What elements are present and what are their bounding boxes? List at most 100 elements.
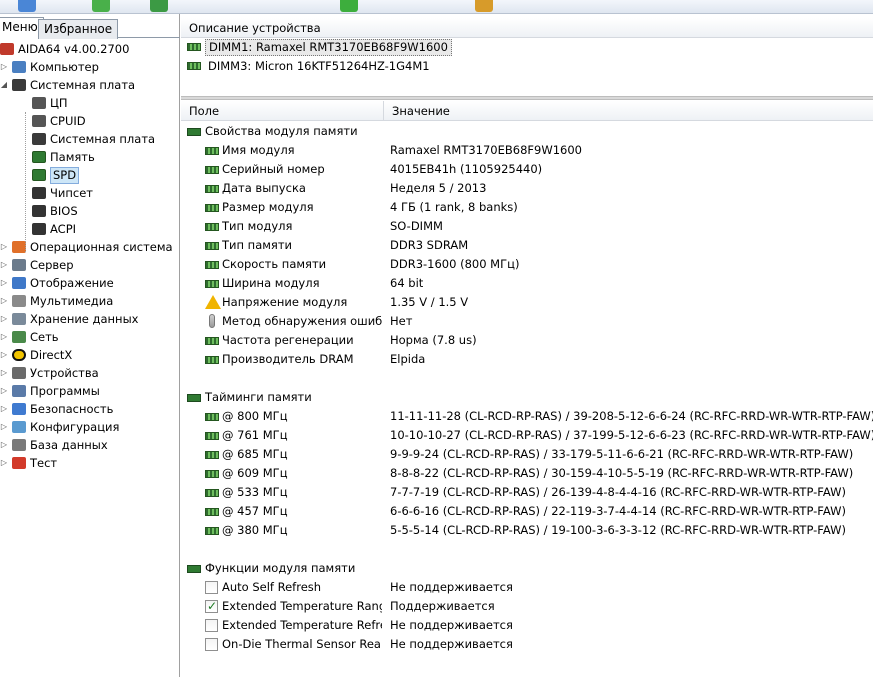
ram-icon: [205, 242, 219, 250]
tree-item[interactable]: ▷ Программы: [0, 382, 180, 400]
field-name: Серийный номер: [222, 162, 325, 176]
tree-item[interactable]: ▷ Безопасность: [0, 400, 180, 418]
expand-arrow-icon[interactable]: ▷: [0, 238, 8, 256]
ram-icon: [205, 432, 219, 440]
tree-item[interactable]: ▷ Операционная система: [0, 238, 180, 256]
field-name: Auto Self Refresh: [222, 580, 322, 594]
tree-item[interactable]: CPUID: [0, 112, 180, 130]
expand-arrow-icon[interactable]: ▷: [0, 400, 8, 418]
tree-item[interactable]: ▷ Сеть: [0, 328, 180, 346]
tree-item[interactable]: Память: [0, 148, 180, 166]
tree-item[interactable]: SPD: [0, 166, 180, 184]
expand-arrow-icon[interactable]: ▷: [0, 382, 8, 400]
tree-item[interactable]: Системная плата: [0, 130, 180, 148]
ram-icon: [187, 565, 201, 573]
column-value-header[interactable]: Значение: [384, 101, 873, 121]
column-field-header[interactable]: Поле: [181, 101, 384, 121]
tree-item[interactable]: ▷ Мультимедиа: [0, 292, 180, 310]
pane-splitter[interactable]: [181, 96, 873, 100]
windows-icon: [12, 241, 26, 253]
detail-row[interactable]: @ 457 МГц 6-6-6-16 (CL-RCD-RP-RAS) / 22-1…: [181, 502, 873, 521]
shield-icon: [12, 403, 26, 415]
detail-row[interactable]: Частота регенерации Норма (7.8 us): [181, 331, 873, 350]
toolbar-back-icon[interactable]: [18, 0, 36, 12]
tree-item[interactable]: ▷ Хранение данных: [0, 310, 180, 328]
expand-arrow-icon[interactable]: ▷: [0, 364, 8, 382]
detail-row[interactable]: Метод обнаружения ошиб… Нет: [181, 312, 873, 331]
detail-row[interactable]: @ 761 МГц 10-10-10-27 (CL-RCD-RP-RAS) / 3…: [181, 426, 873, 445]
toolbar-search-icon[interactable]: [475, 0, 493, 12]
detail-row[interactable]: @ 609 МГц 8-8-8-22 (CL-RCD-RP-RAS) / 30-1…: [181, 464, 873, 483]
directx-icon: [12, 349, 26, 361]
field-value: 5-5-5-14 (CL-RCD-RP-RAS) / 19-100-3-6-3-…: [390, 523, 846, 537]
tree-item[interactable]: ▷ Компьютер: [0, 58, 180, 76]
detail-row[interactable]: Тип памяти DDR3 SDRAM: [181, 236, 873, 255]
expand-arrow-icon[interactable]: ▷: [0, 274, 8, 292]
detail-row[interactable]: Размер модуля 4 ГБ (1 rank, 8 banks): [181, 198, 873, 217]
detail-row[interactable]: Производитель DRAM Elpida: [181, 350, 873, 369]
detail-row[interactable]: @ 800 МГц 11-11-11-28 (CL-RCD-RP-RAS) / 3…: [181, 407, 873, 426]
detail-row[interactable]: On-Die Thermal Sensor Rea… Не поддерживае…: [181, 635, 873, 654]
expand-arrow-icon[interactable]: ▷: [0, 436, 8, 454]
tree-item[interactable]: ▷ Конфигурация: [0, 418, 180, 436]
expand-arrow-icon[interactable]: ▷: [0, 58, 8, 76]
tree-item[interactable]: ACPI: [0, 220, 180, 238]
tree-item-label: AIDA64 v4.00.2700: [18, 42, 130, 56]
detail-row[interactable]: @ 685 МГц 9-9-9-24 (CL-RCD-RP-RAS) / 33-1…: [181, 445, 873, 464]
tree-item-label: Конфигурация: [30, 420, 120, 434]
tree-item[interactable]: Чипсет: [0, 184, 180, 202]
tree-item[interactable]: BIOS: [0, 202, 180, 220]
ram-icon: [205, 489, 219, 497]
tree-item[interactable]: ▷ Тест: [0, 454, 180, 472]
ram-icon: [205, 280, 219, 288]
toolbar-check-icon[interactable]: [340, 0, 358, 12]
ram-icon: [187, 128, 201, 136]
expand-arrow-icon[interactable]: ▷: [0, 454, 8, 472]
detail-row[interactable]: @ 533 МГц 7-7-7-19 (CL-RCD-RP-RAS) / 26-1…: [181, 483, 873, 502]
detail-row[interactable]: Extended Temperature Refre… Не поддержива…: [181, 616, 873, 635]
tree-item[interactable]: ▷ Отображение: [0, 274, 180, 292]
collapse-arrow-icon[interactable]: ◢: [0, 76, 8, 94]
tree-item[interactable]: ◢ Системная плата: [0, 76, 180, 94]
expand-arrow-icon[interactable]: ▷: [0, 328, 8, 346]
toolbar-report-icon[interactable]: [150, 0, 168, 12]
nav-tabs: Меню Избранное: [0, 16, 180, 39]
tab-favorites[interactable]: Избранное: [38, 19, 119, 39]
tree-item[interactable]: AIDA64 v4.00.2700: [0, 40, 180, 58]
tree-item[interactable]: ▷ Устройства: [0, 364, 180, 382]
detail-row[interactable]: Extended Temperature Range Поддерживается: [181, 597, 873, 616]
unchecked-box-icon: [205, 581, 218, 594]
field-name: Частота регенерации: [222, 333, 354, 347]
detail-row[interactable]: @ 380 МГц 5-5-5-14 (CL-RCD-RP-RAS) / 19-1…: [181, 521, 873, 540]
field-name: Скорость памяти: [222, 257, 327, 271]
expand-arrow-icon[interactable]: ▷: [0, 418, 8, 436]
tree-item[interactable]: ▷ Сервер: [0, 256, 180, 274]
detail-row[interactable]: Тип модуля SO-DIMM: [181, 217, 873, 236]
expand-arrow-icon[interactable]: ▷: [0, 346, 8, 364]
field-value: 4 ГБ (1 rank, 8 banks): [390, 200, 518, 214]
toolbar-refresh-icon[interactable]: [92, 0, 110, 12]
detail-row[interactable]: Дата выпуска Неделя 5 / 2013: [181, 179, 873, 198]
tree-item[interactable]: ▷ DirectX: [0, 346, 180, 364]
expand-arrow-icon[interactable]: ▷: [0, 310, 8, 328]
aida-logo-icon: [0, 43, 14, 55]
expand-arrow-icon[interactable]: ▷: [0, 292, 8, 310]
storage-icon: [12, 313, 26, 325]
expand-arrow-icon[interactable]: ▷: [0, 256, 8, 274]
tree-item[interactable]: ▷ База данных: [0, 436, 180, 454]
memory-icon: [32, 169, 46, 181]
ram-icon: [205, 185, 219, 193]
memory-icon: [32, 151, 46, 163]
field-value: 7-7-7-19 (CL-RCD-RP-RAS) / 26-139-4-8-4-…: [390, 485, 846, 499]
tree-item-label: Операционная система: [30, 240, 173, 254]
detail-row[interactable]: Ширина модуля 64 bit: [181, 274, 873, 293]
tree-item[interactable]: ЦП: [0, 94, 180, 112]
detail-row[interactable]: Auto Self Refresh Не поддерживается: [181, 578, 873, 597]
detail-row[interactable]: Серийный номер 4015EB41h (1105925440): [181, 160, 873, 179]
ram-icon: [187, 62, 201, 70]
details-header: Поле Значение: [181, 101, 873, 121]
detail-row[interactable]: Напряжение модуля 1.35 V / 1.5 V: [181, 293, 873, 312]
detail-row[interactable]: Скорость памяти DDR3-1600 (800 МГц): [181, 255, 873, 274]
device-header[interactable]: Описание устройства: [181, 18, 873, 38]
detail-row[interactable]: Имя модуля Ramaxel RMT3170EB68F9W1600: [181, 141, 873, 160]
